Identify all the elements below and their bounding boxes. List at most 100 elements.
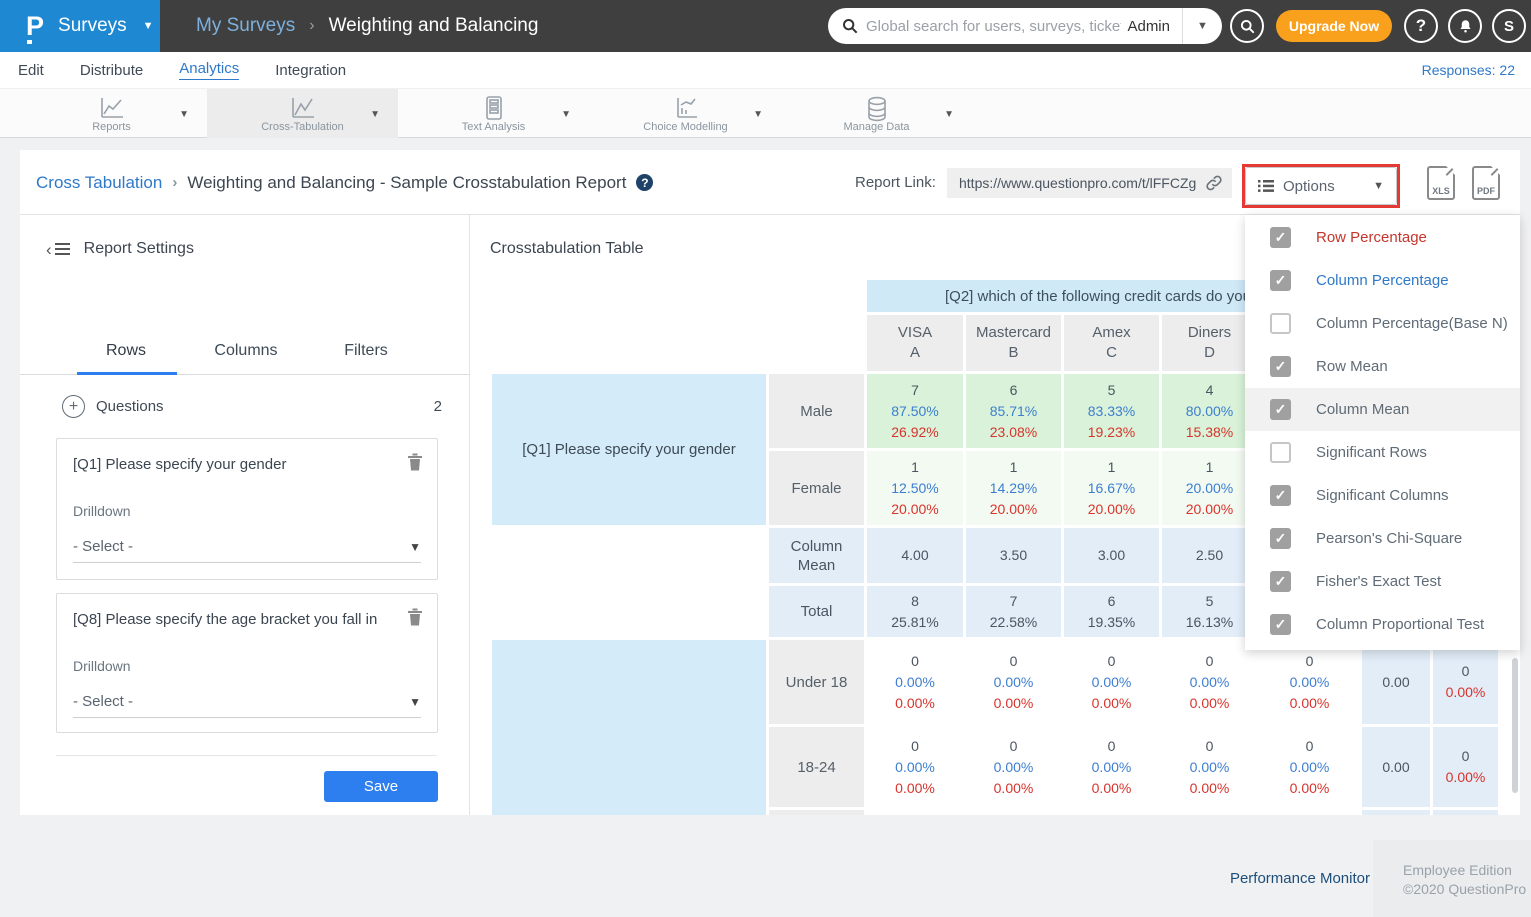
edition-line1: Employee Edition — [1403, 861, 1526, 880]
tab-rows[interactable]: Rows — [66, 342, 186, 360]
chevron-down-icon[interactable]: ▼ — [179, 109, 189, 120]
col-pct: 0.00% — [1092, 693, 1132, 714]
menu-item-label: Fisher's Exact Test — [1316, 573, 1441, 590]
performance-monitor-link[interactable]: Performance Monitor — [1140, 870, 1370, 887]
menu-item-label: Column Mean — [1316, 401, 1409, 418]
col-pct: 15.38% — [1186, 422, 1233, 443]
mean: 2.50 — [1196, 545, 1223, 566]
checkbox-checked-icon[interactable] — [1270, 614, 1291, 635]
tool-label: Reports — [16, 121, 207, 133]
report-url[interactable]: https://www.questionpro.com/t/lFFCZg — [959, 175, 1204, 191]
cell-under18-total: 00.00% — [1433, 640, 1498, 724]
chevron-down-icon: ▼ — [409, 540, 421, 554]
checkbox-unchecked-icon[interactable] — [1270, 442, 1291, 463]
count: 5 — [1206, 591, 1214, 612]
table-scrollbar[interactable] — [1512, 658, 1518, 793]
row-pct: 0.00% — [994, 672, 1034, 693]
report-settings-header: ‹ Report Settings — [46, 240, 194, 258]
count: 0 — [1010, 736, 1018, 757]
row-pct: 87.50% — [891, 401, 938, 422]
breadcrumb-my-surveys[interactable]: My Surveys — [196, 15, 295, 37]
delete-icon[interactable] — [407, 453, 423, 471]
checkbox-checked-icon[interactable] — [1270, 399, 1291, 420]
chevron-down-icon[interactable]: ▼ — [753, 109, 763, 120]
tool-label: Cross-Tabulation — [207, 121, 398, 133]
help-icon[interactable]: ? — [636, 174, 653, 191]
nav-integration[interactable]: Integration — [275, 62, 346, 79]
checkbox-checked-icon[interactable] — [1270, 356, 1291, 377]
tool-manage-data[interactable]: ▼ Manage Data — [781, 89, 972, 138]
tab-filters[interactable]: Filters — [306, 342, 426, 360]
search-submit-button[interactable] — [1230, 9, 1264, 43]
q1-label: [Q1] Please specify your gender — [522, 439, 735, 460]
tool-reports[interactable]: ▼ Reports — [16, 89, 207, 138]
menu-item-significant-rows[interactable]: Significant Rows — [1245, 431, 1520, 474]
drilldown-select[interactable]: - Select - ▼ — [73, 531, 421, 563]
cell-under18-amex: 00.00%0.00% — [1064, 640, 1159, 724]
checkbox-checked-icon[interactable] — [1270, 571, 1291, 592]
checkbox-unchecked-icon[interactable] — [1270, 313, 1291, 334]
menu-item-column-percentage[interactable]: Column Percentage — [1245, 259, 1520, 302]
col-pct: 20.00% — [1088, 499, 1135, 520]
menu-item-fishers-exact-test[interactable]: Fisher's Exact Test — [1245, 560, 1520, 603]
notifications-button[interactable] — [1448, 9, 1482, 43]
search-scope-dropdown[interactable]: ▼ — [1182, 8, 1222, 44]
checkbox-checked-icon[interactable] — [1270, 227, 1291, 248]
cell-colmean-amex: 3.00 — [1064, 528, 1159, 583]
tool-text-analysis[interactable]: ▼ Text Analysis — [398, 89, 589, 138]
header-line2: B — [1008, 343, 1018, 363]
menu-item-column-percentage-base-n[interactable]: Column Percentage(Base N) — [1245, 302, 1520, 345]
delete-icon[interactable] — [407, 608, 423, 626]
checkbox-checked-icon[interactable] — [1270, 485, 1291, 506]
questions-label: Questions — [96, 398, 164, 415]
search-scope-label: Admin — [1121, 18, 1182, 35]
avatar[interactable]: S — [1492, 9, 1526, 43]
chevron-down-icon[interactable]: ▼ — [944, 109, 954, 120]
menu-item-row-mean[interactable]: Row Mean — [1245, 345, 1520, 388]
report-link-field[interactable]: https://www.questionpro.com/t/lFFCZg — [947, 168, 1232, 198]
product-switcher[interactable]: P Surveys ▼ — [0, 0, 160, 52]
chevron-down-icon[interactable]: ▼ — [370, 109, 380, 120]
pct: 22.58% — [990, 612, 1037, 633]
question-card-q1: [Q1] Please specify your gender Drilldow… — [56, 438, 438, 580]
checkbox-checked-icon[interactable] — [1270, 270, 1291, 291]
options-button[interactable]: Options ▼ — [1245, 167, 1397, 205]
export-xls-button[interactable]: XLS — [1427, 166, 1455, 200]
cell-1824-visa: 00.00%0.00% — [867, 727, 963, 807]
export-pdf-button[interactable]: PDF — [1472, 166, 1500, 200]
tool-cross-tabulation[interactable]: ▼ Cross-Tabulation — [207, 89, 398, 138]
link-icon[interactable] — [1204, 173, 1224, 193]
nav-edit[interactable]: Edit — [18, 62, 44, 79]
upgrade-now-button[interactable]: Upgrade Now — [1276, 10, 1392, 42]
menu-item-significant-columns[interactable]: Significant Columns — [1245, 474, 1520, 517]
row-pct: 16.67% — [1088, 478, 1135, 499]
tab-columns[interactable]: Columns — [186, 342, 306, 360]
tool-choice-modelling[interactable]: ▼ Choice Modelling — [590, 89, 781, 138]
q2-label: [Q2] which of the following credit cards… — [945, 286, 1264, 307]
menu-item-column-proportional-test[interactable]: Column Proportional Test — [1245, 603, 1520, 646]
add-question-button[interactable]: + — [62, 395, 85, 418]
select-value: - Select - — [73, 693, 133, 710]
help-button[interactable]: ? — [1404, 9, 1438, 43]
top-bar: P Surveys ▼ My Surveys › Weighting and B… — [0, 0, 1531, 52]
count: 0 — [1206, 651, 1214, 672]
nav-distribute[interactable]: Distribute — [80, 62, 143, 79]
cell-under18-visa: 00.00%0.00% — [867, 640, 963, 724]
menu-item-pearsons-chi-square[interactable]: Pearson's Chi-Square — [1245, 517, 1520, 560]
nav-analytics[interactable]: Analytics — [179, 60, 239, 80]
checkbox-checked-icon[interactable] — [1270, 528, 1291, 549]
search-input[interactable] — [866, 18, 1121, 35]
menu-item-column-mean[interactable]: Column Mean — [1245, 388, 1520, 431]
questionpro-logo-icon: P — [26, 13, 44, 40]
row-label-under18: Under 18 — [769, 640, 864, 724]
chevron-down-icon[interactable]: ▼ — [561, 109, 571, 120]
cross-tabulation-link[interactable]: Cross Tabulation — [36, 173, 162, 193]
save-button[interactable]: Save — [324, 771, 438, 802]
panel-title: Report Settings — [84, 240, 194, 258]
collapse-panel-icon[interactable]: ‹ — [46, 241, 70, 258]
count: 0 — [1462, 746, 1470, 767]
mean: 3.50 — [1000, 545, 1027, 566]
drilldown-select[interactable]: - Select - ▼ — [73, 686, 421, 718]
menu-item-row-percentage[interactable]: Row Percentage — [1245, 216, 1520, 259]
col-pct: 0.00% — [1092, 778, 1132, 799]
